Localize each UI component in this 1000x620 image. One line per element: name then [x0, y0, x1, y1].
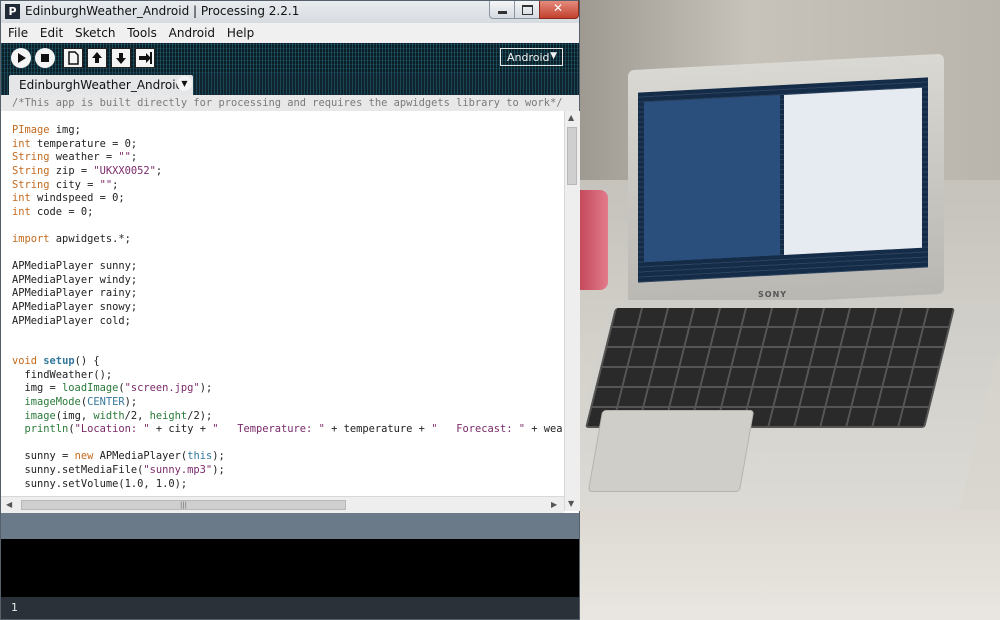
- upload-arrow-icon: [92, 52, 102, 63]
- message-area: [1, 513, 579, 539]
- stop-icon: [41, 54, 49, 62]
- line-number-bar: 1: [1, 597, 579, 619]
- code-editor[interactable]: /*This app is built directly for process…: [1, 95, 580, 513]
- code-line: imageMode(CENTER);: [24, 396, 138, 409]
- tab-menu-icon[interactable]: ▼: [177, 76, 192, 91]
- line-number: 1: [11, 601, 18, 614]
- code-line: APMediaPlayer cold;: [12, 314, 131, 327]
- horizontal-scrollbar[interactable]: ◀ ||| ▶: [1, 496, 564, 514]
- code-line: APMediaPlayer sunny;: [12, 260, 138, 273]
- code-line: String weather = "";: [12, 151, 138, 164]
- pink-mug: [580, 190, 608, 290]
- laptop-photo: SONY: [580, 0, 1000, 620]
- sony-logo: SONY: [758, 290, 788, 299]
- code-line: void setup() {: [12, 355, 100, 368]
- open-button[interactable]: [87, 48, 107, 68]
- export-button[interactable]: [135, 48, 155, 68]
- code-line: int windspeed = 0;: [12, 192, 125, 205]
- new-file-icon: [68, 51, 79, 65]
- code-line: APMediaPlayer snowy;: [12, 300, 138, 313]
- chevron-down-icon: ▼: [550, 51, 557, 61]
- screen-left-window: [644, 95, 780, 263]
- code-line: image(img, width/2, height/2);: [24, 409, 213, 422]
- laptop-touchpad: [587, 410, 755, 492]
- console-area[interactable]: [1, 539, 579, 597]
- save-button[interactable]: [111, 48, 131, 68]
- code-line: String zip = "UKXX0052";: [12, 164, 163, 177]
- code-line: sunny = new APMediaPlayer(this);: [12, 450, 225, 463]
- mode-selector[interactable]: Android ▼: [500, 48, 563, 66]
- minimize-button[interactable]: [489, 1, 515, 19]
- window-title: EdinburghWeather_Android | Processing 2.…: [25, 4, 300, 18]
- tab-sketch[interactable]: EdinburghWeather_Android: [9, 75, 194, 95]
- maximize-button[interactable]: [514, 1, 540, 19]
- code-line: APMediaPlayer windy;: [12, 273, 138, 286]
- code-line: String city = "";: [12, 178, 119, 191]
- code-line: findWeather();: [12, 368, 113, 381]
- toolbar: Android ▼: [1, 43, 579, 73]
- download-arrow-icon: [116, 53, 126, 64]
- code-line: int temperature = 0;: [12, 137, 138, 150]
- close-button[interactable]: [539, 1, 579, 19]
- code-line: APMediaPlayer rainy;: [12, 287, 138, 300]
- menu-tools[interactable]: Tools: [120, 23, 162, 40]
- new-button[interactable]: [63, 48, 83, 68]
- scroll-down-icon[interactable]: ▼: [568, 499, 574, 508]
- code-line: println("Location: " + city + " Temperat…: [24, 423, 562, 436]
- tab-bar: EdinburghWeather_Android ▼: [1, 73, 579, 95]
- vertical-scroll-thumb[interactable]: [567, 127, 577, 185]
- menu-edit[interactable]: Edit: [33, 23, 68, 40]
- processing-app-icon: P: [5, 4, 20, 19]
- menu-sketch[interactable]: Sketch: [68, 23, 120, 40]
- code-line: /*This app is built directly for process…: [12, 97, 562, 109]
- code-line: import apwidgets.*;: [12, 232, 131, 245]
- stop-button[interactable]: [35, 48, 55, 68]
- laptop-screen: [638, 77, 928, 283]
- scroll-up-icon[interactable]: ▲: [568, 113, 574, 122]
- menu-bar: File Edit Sketch Tools Android Help: [1, 23, 579, 43]
- desk-surface: [580, 510, 1000, 620]
- scroll-left-icon[interactable]: ◀: [6, 500, 12, 509]
- mode-label: Android: [507, 51, 550, 64]
- code-area[interactable]: /*This app is built directly for process…: [12, 97, 562, 497]
- code-line: PImage img;: [12, 124, 81, 137]
- run-button[interactable]: [11, 48, 31, 68]
- code-line: sunny.setVolume(1.0, 1.0);: [12, 477, 188, 490]
- processing-window: P EdinburghWeather_Android | Processing …: [0, 0, 580, 620]
- menu-file[interactable]: File: [1, 23, 33, 40]
- horizontal-scroll-thumb[interactable]: |||: [21, 500, 346, 510]
- title-bar: P EdinburghWeather_Android | Processing …: [1, 1, 579, 23]
- code-line: int code = 0;: [12, 205, 94, 218]
- menu-android[interactable]: Android: [162, 23, 220, 40]
- code-line: sunny.setMediaFile("sunny.mp3");: [12, 464, 225, 477]
- code-line: img = loadImage("screen.jpg");: [12, 382, 213, 395]
- play-icon: [18, 53, 26, 63]
- screen-right-window: [784, 87, 922, 255]
- menu-help[interactable]: Help: [220, 23, 259, 40]
- scroll-right-icon[interactable]: ▶: [551, 500, 557, 509]
- vertical-scrollbar[interactable]: ▲ ▼: [564, 111, 580, 511]
- export-arrow-icon: [139, 52, 152, 64]
